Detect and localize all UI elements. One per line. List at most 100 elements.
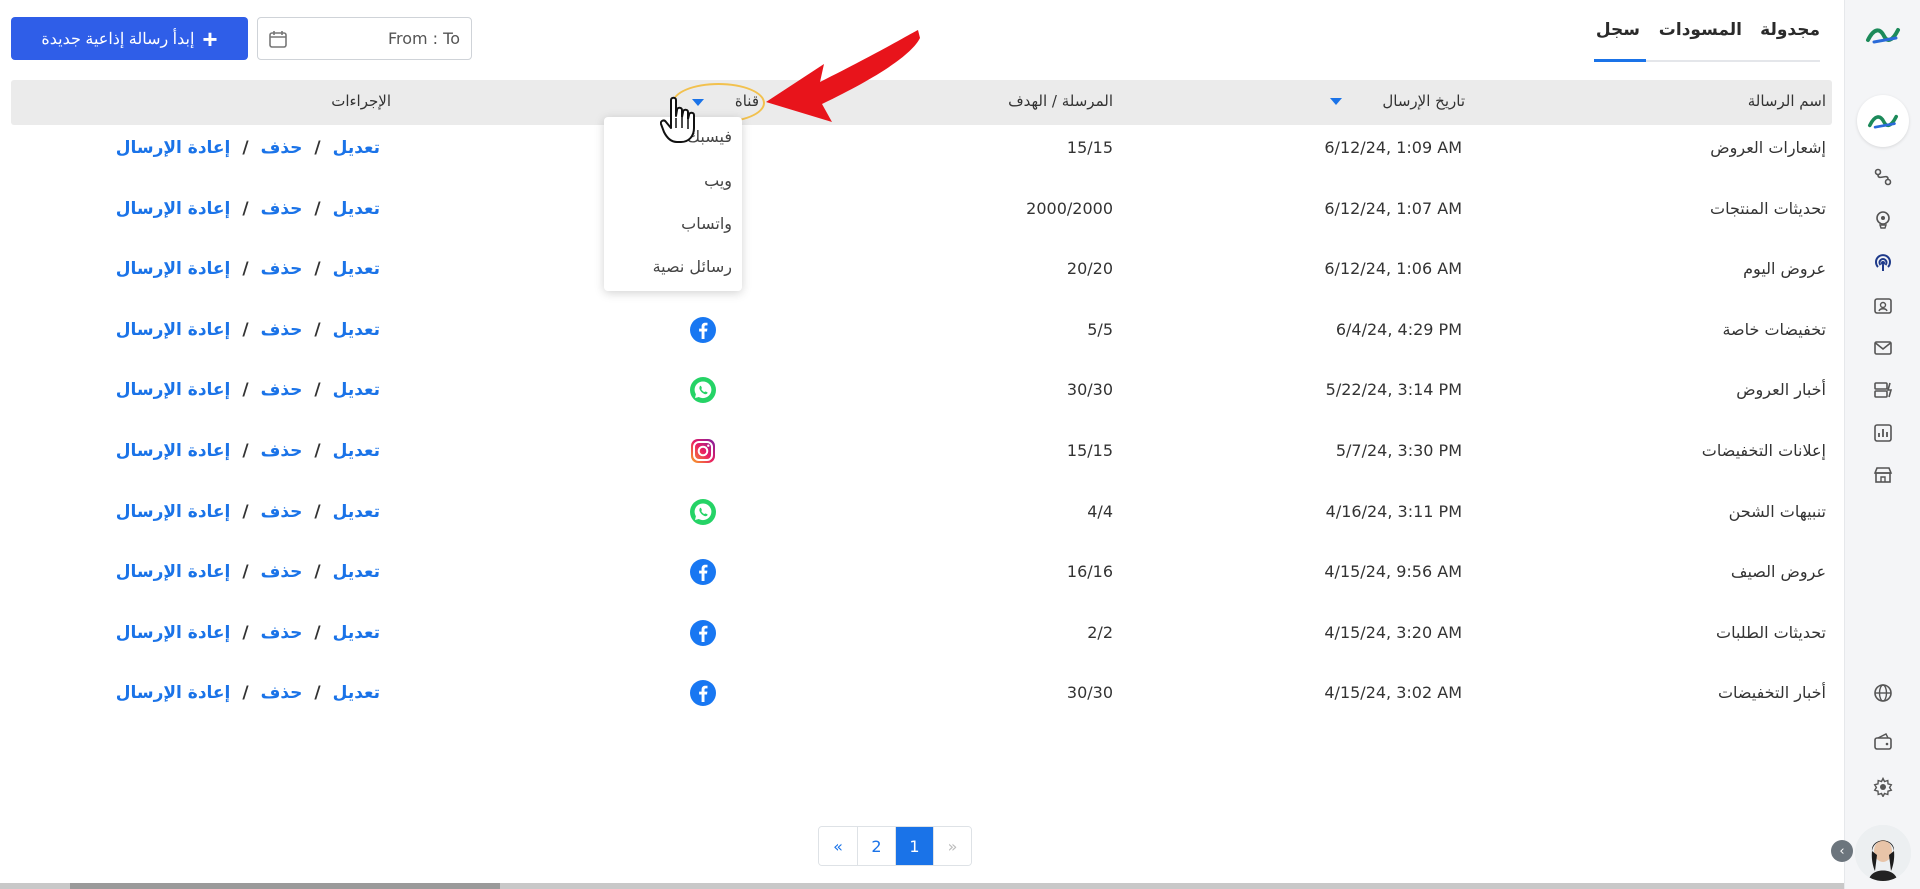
- new-broadcast-label: إبدأ رسالة إذاعية جديدة: [41, 30, 195, 48]
- row-actions: تعديل / حذف / إعادة الإرسال: [116, 683, 380, 703]
- pagination-next-button[interactable]: »: [933, 827, 971, 865]
- gear-icon[interactable]: [1871, 775, 1895, 799]
- header-channel[interactable]: قناة: [735, 92, 759, 110]
- flow-icon[interactable]: [1871, 165, 1895, 189]
- send-date: 4/16/24, 3:11 PM: [1325, 501, 1462, 521]
- broadcast-icon[interactable]: [1871, 250, 1895, 274]
- send-date: 4/15/24, 3:02 AM: [1324, 683, 1462, 703]
- channel-option-whatsapp[interactable]: واتساب: [681, 214, 732, 233]
- sent-target-ratio: 30/30: [1066, 380, 1113, 400]
- edit-link[interactable]: تعديل: [333, 199, 380, 219]
- resend-link[interactable]: إعادة الإرسال: [116, 683, 231, 703]
- wallet-icon[interactable]: [1871, 730, 1895, 754]
- action-separator: /: [314, 198, 321, 219]
- delete-link[interactable]: حذف: [261, 683, 303, 703]
- delete-link[interactable]: حذف: [261, 562, 303, 582]
- globe-icon[interactable]: [1871, 681, 1895, 705]
- edit-link[interactable]: تعديل: [333, 502, 380, 522]
- date-range-input[interactable]: [298, 18, 468, 59]
- table-row: تخفيضات خاصة 6/4/24, 4:29 PM 5/5 تعديل / حذف /…: [11, 316, 1832, 380]
- resend-link[interactable]: إعادة الإرسال: [116, 380, 231, 400]
- edit-link[interactable]: تعديل: [333, 138, 380, 158]
- workspace-logo-icon[interactable]: [1857, 95, 1909, 147]
- resend-link[interactable]: إعادة الإرسال: [116, 320, 231, 340]
- sent-target-ratio: 2000/2000: [1026, 198, 1113, 218]
- tab-history[interactable]: سجل: [1596, 20, 1640, 40]
- plus-icon: +: [202, 23, 218, 54]
- resend-link[interactable]: إعادة الإرسال: [116, 259, 231, 279]
- templates-icon[interactable]: [1871, 378, 1895, 402]
- table-row: أخبار التخفيضات 4/15/24, 3:02 AM 30/30 تعدي…: [11, 680, 1832, 743]
- delete-link[interactable]: حذف: [261, 199, 303, 219]
- delete-link[interactable]: حذف: [261, 441, 303, 461]
- table-row: تحديثات الطلبات 4/15/24, 3:20 AM 2/2 تعديل /…: [11, 619, 1832, 683]
- pagination-page-1[interactable]: 1: [895, 827, 933, 865]
- edit-link[interactable]: تعديل: [333, 380, 380, 400]
- edit-link[interactable]: تعديل: [333, 683, 380, 703]
- sent-target-ratio: 4/4: [1087, 501, 1113, 521]
- delete-link[interactable]: حذف: [261, 380, 303, 400]
- facebook-icon: [689, 619, 717, 647]
- header-sent-target: المرسلة / الهدف: [1008, 92, 1113, 110]
- channel-option-sms[interactable]: رسائل نصية: [653, 257, 732, 276]
- delete-link[interactable]: حذف: [261, 623, 303, 643]
- sidebar: ‹: [1831, 0, 1920, 889]
- date-sort-caret-icon[interactable]: [1330, 98, 1342, 105]
- action-separator: /: [314, 501, 321, 522]
- message-name: أخبار التخفيضات: [1717, 683, 1826, 703]
- bot-icon[interactable]: [1871, 207, 1895, 231]
- resend-link[interactable]: إعادة الإرسال: [116, 502, 231, 522]
- send-date: 4/15/24, 9:56 AM: [1324, 562, 1462, 582]
- delete-link[interactable]: حذف: [261, 320, 303, 340]
- edit-link[interactable]: تعديل: [333, 562, 380, 582]
- tab-drafts[interactable]: المسودات: [1659, 20, 1742, 40]
- send-date: 6/12/24, 1:07 AM: [1324, 198, 1462, 218]
- sidebar-collapse-button[interactable]: ‹: [1831, 840, 1853, 862]
- channel-filter-caret-icon[interactable]: [692, 99, 704, 106]
- edit-link[interactable]: تعديل: [333, 259, 380, 279]
- delete-link[interactable]: حذف: [261, 502, 303, 522]
- resend-link[interactable]: إعادة الإرسال: [116, 562, 231, 582]
- delete-link[interactable]: حذف: [261, 138, 303, 158]
- pagination-page-2[interactable]: 2: [857, 827, 895, 865]
- channel-option-facebook[interactable]: فيسبك: [687, 127, 732, 146]
- scrollbar-thumb[interactable]: [70, 883, 500, 889]
- resend-link[interactable]: إعادة الإرسال: [116, 441, 231, 461]
- send-date: 6/12/24, 1:06 AM: [1324, 259, 1462, 279]
- action-separator: /: [314, 259, 321, 280]
- row-actions: تعديل / حذف / إعادة الإرسال: [116, 441, 380, 461]
- resend-link[interactable]: إعادة الإرسال: [116, 199, 231, 219]
- table-row: إشعارات العروض 6/12/24, 1:09 AM 15/15 تعديل…: [11, 138, 1832, 198]
- resend-link[interactable]: إعادة الإرسال: [116, 138, 231, 158]
- action-separator: /: [242, 501, 249, 522]
- tab-scheduled[interactable]: مجدولة: [1760, 20, 1820, 40]
- row-actions: تعديل / حذف / إعادة الإرسال: [116, 502, 380, 522]
- pagination-prev-button[interactable]: «: [819, 827, 857, 865]
- resend-link[interactable]: إعادة الإرسال: [116, 623, 231, 643]
- horizontal-scrollbar[interactable]: [0, 883, 1844, 889]
- analytics-icon[interactable]: [1871, 421, 1895, 445]
- calendar-icon[interactable]: [268, 29, 288, 49]
- contacts-icon[interactable]: [1871, 294, 1895, 318]
- delete-link[interactable]: حذف: [261, 259, 303, 279]
- table-row: عروض اليوم 6/12/24, 1:06 AM 20/20 تعديل / حذف…: [11, 259, 1832, 319]
- edit-link[interactable]: تعديل: [333, 320, 380, 340]
- edit-link[interactable]: تعديل: [333, 623, 380, 643]
- sent-target-ratio: 20/20: [1066, 259, 1113, 279]
- action-separator: /: [242, 683, 249, 704]
- whatsapp-icon: [689, 498, 717, 526]
- avatar[interactable]: [1855, 825, 1911, 881]
- channel-option-web[interactable]: ويب: [704, 171, 732, 190]
- send-date: 6/12/24, 1:09 AM: [1324, 138, 1462, 157]
- edit-link[interactable]: تعديل: [333, 441, 380, 461]
- sent-target-ratio: 15/15: [1066, 441, 1113, 460]
- store-icon[interactable]: [1871, 463, 1895, 487]
- mail-icon[interactable]: [1871, 336, 1895, 360]
- action-separator: /: [314, 138, 321, 158]
- action-separator: /: [242, 441, 249, 461]
- action-separator: /: [314, 319, 321, 340]
- new-broadcast-button[interactable]: إبدأ رسالة إذاعية جديدة +: [11, 17, 248, 60]
- row-actions: تعديل / حذف / إعادة الإرسال: [116, 138, 380, 158]
- logo-icon[interactable]: [1864, 18, 1902, 52]
- date-range-filter[interactable]: [257, 17, 472, 60]
